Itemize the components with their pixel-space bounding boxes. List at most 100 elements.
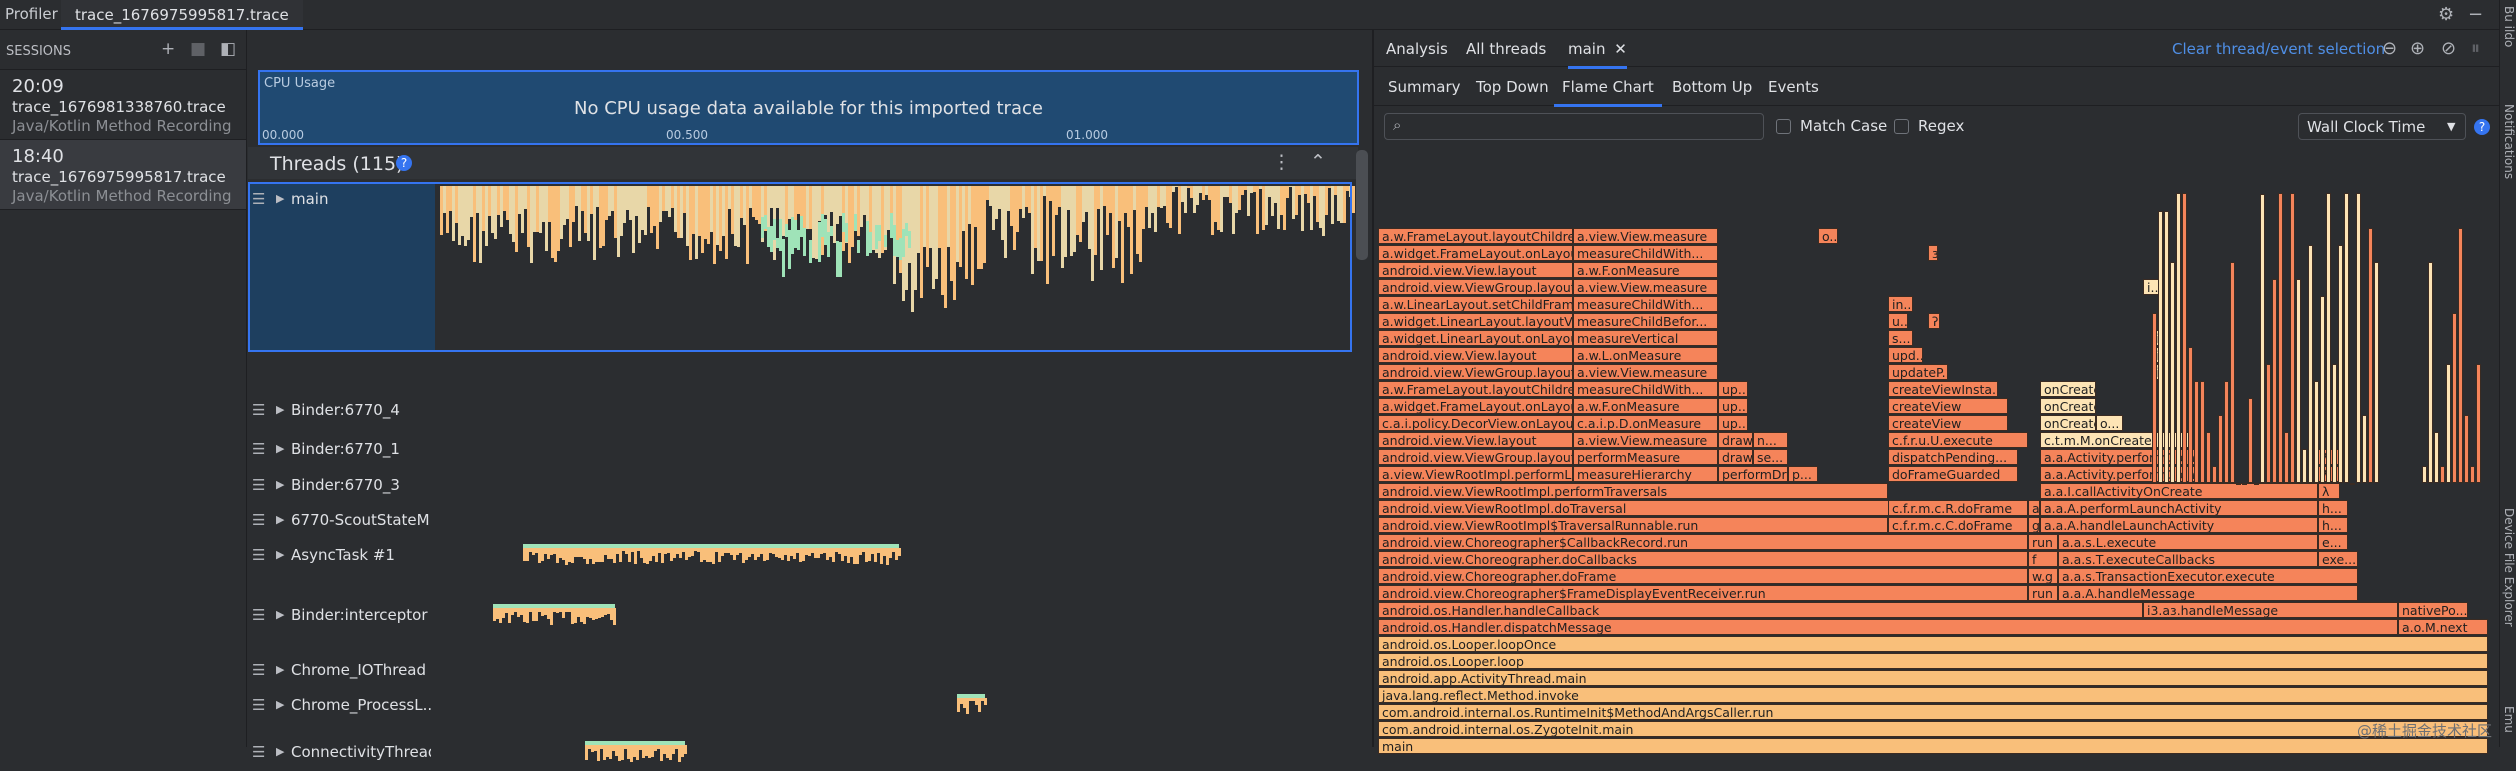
gear-icon[interactable]: ⚙ [2438, 4, 2454, 25]
drag-handle-icon[interactable]: ☰ [252, 440, 265, 458]
session-item[interactable]: 20:09 trace_1676981338760.trace Java/Kot… [0, 70, 246, 140]
flame-frame[interactable] [2212, 466, 2217, 483]
flame-frame[interactable]: createView [1888, 398, 2008, 414]
flame-frame[interactable]: a.a.A.handleLaunchActivity [2040, 517, 2318, 533]
collapse-icon[interactable]: ⌃ [1310, 151, 1326, 173]
flame-frame[interactable]: o... [2096, 415, 2123, 431]
flame-frame[interactable] [2200, 381, 2205, 483]
flame-frame[interactable]: w.g [2028, 568, 2058, 584]
flame-frame[interactable]: doFrameGuarded [1888, 466, 2018, 482]
flame-frame[interactable]: run [2028, 585, 2058, 601]
flame-frame[interactable] [2278, 193, 2283, 483]
flame-frame[interactable] [2440, 466, 2445, 483]
flame-frame[interactable]: android.view.Choreographer$FrameDisplayE… [1378, 585, 2028, 601]
flame-frame[interactable]: android.view.ViewRootImpl$TraversalRunna… [1378, 517, 1888, 533]
thread-activity-graph[interactable] [435, 598, 1358, 634]
flame-frame[interactable] [2320, 296, 2325, 483]
flame-frame[interactable]: a [2028, 500, 2040, 516]
match-case-checkbox[interactable] [1776, 119, 1791, 134]
expand-arrow-icon[interactable]: ▶ [276, 608, 284, 621]
flame-frame[interactable]: measureChildWith... [1573, 296, 1718, 312]
side-label-notifications[interactable]: Notifications [2502, 104, 2516, 179]
expand-arrow-icon[interactable]: ▶ [276, 478, 284, 491]
tab-main[interactable]: main ✕ [1568, 40, 1627, 69]
flame-frame[interactable] [2428, 262, 2433, 483]
flame-frame[interactable] [2374, 262, 2379, 483]
flame-frame[interactable] [2332, 364, 2337, 483]
flame-frame[interactable]: updateP... [1888, 364, 1948, 380]
flame-frame[interactable]: up... [1718, 381, 1748, 397]
flame-frame[interactable] [2176, 193, 2181, 483]
flame-frame[interactable]: a.a.s.TransactionExecutor.execute [2058, 568, 2358, 584]
flame-frame[interactable] [2182, 193, 2187, 483]
flame-frame[interactable]: g [2028, 517, 2040, 533]
flame-frame[interactable]: android.view.View.layout [1378, 432, 1573, 448]
flame-frame[interactable] [2470, 466, 2475, 483]
flame-frame[interactable]: o... [1818, 228, 1838, 244]
flame-frame[interactable]: measureChildWith... [1573, 245, 1718, 261]
flame-frame[interactable]: a.view.View.measure [1573, 432, 1718, 448]
flame-frame[interactable]: a.w.L.onMeasure [1573, 347, 1718, 363]
thread-activity-graph[interactable] [435, 538, 1358, 574]
flame-frame[interactable]: up... [1718, 398, 1748, 414]
drag-handle-icon[interactable]: ☰ [252, 401, 265, 419]
flame-frame[interactable] [2164, 211, 2169, 483]
flame-frame[interactable]: com.android.internal.os.ZygoteInit.main [1378, 721, 2488, 737]
drag-handle-icon[interactable]: ☰ [252, 476, 265, 494]
flame-frame[interactable]: ɜ [1928, 245, 1938, 261]
flame-frame[interactable]: run [2028, 534, 2058, 550]
thread-activity-graph[interactable] [435, 735, 1358, 771]
tab-summary[interactable]: Summary [1388, 78, 1461, 96]
flame-frame[interactable] [2458, 228, 2463, 483]
flame-frame[interactable] [2188, 347, 2193, 483]
scrollbar[interactable] [1356, 150, 1368, 260]
flame-frame[interactable]: android.os.Looper.loop [1378, 653, 2488, 669]
thread-row[interactable]: ☰▶Binder:6770_1 [248, 432, 1358, 468]
thread-row[interactable]: ☰▶Binder:6770_4 [248, 393, 1358, 429]
flame-frame[interactable]: a.w.F.onMeasure [1573, 398, 1718, 414]
flame-chart[interactable]: maincom.android.internal.os.ZygoteInit.m… [1378, 193, 2490, 755]
drag-handle-icon[interactable]: ☰ [252, 743, 265, 761]
flame-frame[interactable]: λ [2318, 483, 2340, 499]
flame-frame[interactable]: u... [1888, 313, 1908, 329]
side-label-device[interactable]: Device File Explorer [2502, 508, 2516, 627]
expand-arrow-icon[interactable]: ▶ [276, 442, 284, 455]
flame-frame[interactable]: android.view.ViewGroup.layout [1378, 279, 1573, 295]
tab-events[interactable]: Events [1768, 78, 1819, 96]
flame-frame[interactable]: android.view.Choreographer.doFrame [1378, 568, 2028, 584]
flame-frame[interactable]: f [2028, 551, 2058, 567]
trace-tab[interactable]: trace_1676975995817.trace [61, 0, 303, 30]
minimize-icon[interactable]: − [2468, 4, 2483, 25]
flame-frame[interactable] [2446, 364, 2451, 483]
clear-selection-link[interactable]: Clear thread/event selection [2172, 40, 2385, 58]
flame-frame[interactable] [2254, 483, 2259, 485]
flame-frame[interactable]: android.os.Looper.loopOnce [1378, 636, 2488, 652]
flame-frame[interactable]: se... [1753, 449, 1788, 465]
zoom-in-icon[interactable]: ⊕ [2410, 38, 2425, 59]
flame-frame[interactable]: a.widget.LinearLayout.layoutVertical [1378, 313, 1573, 329]
flame-frame[interactable]: onCreate [2040, 398, 2096, 414]
flame-frame[interactable]: draw [1718, 432, 1753, 448]
flame-frame[interactable] [2464, 415, 2469, 483]
flame-frame[interactable]: a.w.LinearLayout.setChildFrame [1378, 296, 1573, 312]
flame-frame[interactable]: i3.аз.handleMessage [2143, 602, 2398, 618]
flame-frame[interactable]: exe... [2318, 551, 2358, 567]
add-icon[interactable]: + [161, 39, 175, 59]
flame-frame[interactable]: java.lang.reflect.Method.invoke [1378, 687, 2488, 703]
flame-frame[interactable]: performMeasure [1573, 449, 1718, 465]
flame-frame[interactable]: android.view.ViewGroup.layout [1378, 449, 1573, 465]
flame-frame[interactable] [2476, 364, 2481, 483]
flame-frame[interactable]: android.view.Choreographer.doCallbacks [1378, 551, 2028, 567]
flame-frame[interactable] [2296, 279, 2301, 483]
session-item[interactable]: 18:40 trace_1676975995817.trace Java/Kot… [0, 140, 246, 210]
flame-frame[interactable] [2314, 381, 2319, 483]
thread-row[interactable]: ☰▶Binder:interceptor [248, 598, 1358, 634]
flame-frame[interactable]: draw [1718, 449, 1753, 465]
flame-frame[interactable]: android.app.ActivityThread.main [1378, 670, 2488, 686]
expand-arrow-icon[interactable]: ▶ [276, 698, 284, 711]
flame-frame[interactable]: a.view.View.measure [1573, 279, 1718, 295]
flame-frame[interactable] [2260, 194, 2265, 483]
flame-frame[interactable]: a.widget.FrameLayout.onLayout [1378, 398, 1573, 414]
flame-frame[interactable]: a.a.A.handleMessage [2058, 585, 2358, 601]
flame-frame[interactable] [2242, 483, 2247, 485]
